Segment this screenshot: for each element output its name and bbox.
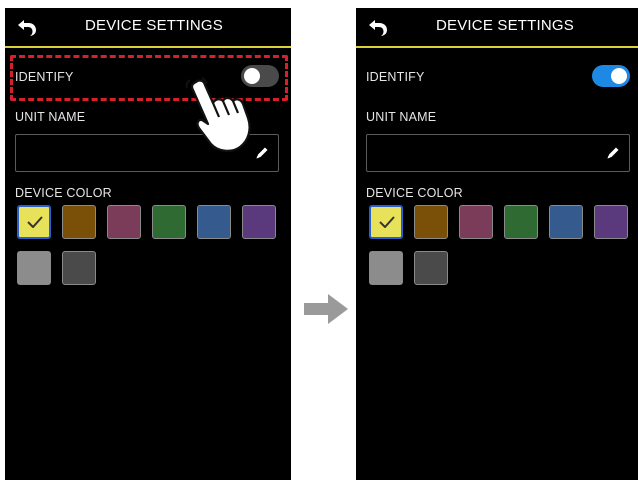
check-icon	[379, 216, 395, 228]
color-swatch-purple[interactable]	[594, 205, 628, 239]
check-icon	[27, 216, 43, 228]
color-swatch-yellow[interactable]	[17, 205, 51, 239]
identify-label: IDENTIFY	[366, 70, 425, 84]
color-swatch-green[interactable]	[504, 205, 538, 239]
color-swatch-light-gray[interactable]	[17, 251, 51, 285]
color-swatch-brown[interactable]	[414, 205, 448, 239]
color-swatch-yellow[interactable]	[369, 205, 403, 239]
page-title: DEVICE SETTINGS	[84, 17, 224, 34]
page-title: DEVICE SETTINGS	[435, 17, 575, 34]
unit-name-label: UNIT NAME	[15, 110, 86, 124]
color-swatch-dark-gray[interactable]	[414, 251, 448, 285]
identify-toggle[interactable]	[592, 65, 630, 87]
color-swatch-maroon[interactable]	[107, 205, 141, 239]
color-swatch-blue[interactable]	[197, 205, 231, 239]
right-arrow-icon	[304, 294, 348, 324]
color-swatch-light-gray[interactable]	[369, 251, 403, 285]
toggle-knob	[611, 68, 627, 84]
unit-name-field[interactable]	[366, 134, 630, 172]
color-swatch-maroon[interactable]	[459, 205, 493, 239]
identify-label: IDENTIFY	[15, 70, 74, 84]
header: DEVICE SETTINGS	[5, 8, 291, 48]
header: DEVICE SETTINGS	[356, 8, 638, 48]
color-swatch-blue[interactable]	[549, 205, 583, 239]
device-color-label: DEVICE COLOR	[15, 186, 112, 200]
pencil-icon[interactable]	[605, 145, 621, 161]
device-color-label: DEVICE COLOR	[366, 186, 463, 200]
color-swatch-green[interactable]	[152, 205, 186, 239]
device-settings-screen-after: DEVICE SETTINGS IDENTIFY UNIT NAME DEVIC…	[356, 8, 638, 480]
color-swatch-brown[interactable]	[62, 205, 96, 239]
color-swatch-purple[interactable]	[242, 205, 276, 239]
unit-name-label: UNIT NAME	[366, 110, 437, 124]
color-swatch-dark-gray[interactable]	[62, 251, 96, 285]
pointing-hand-icon	[185, 77, 251, 152]
